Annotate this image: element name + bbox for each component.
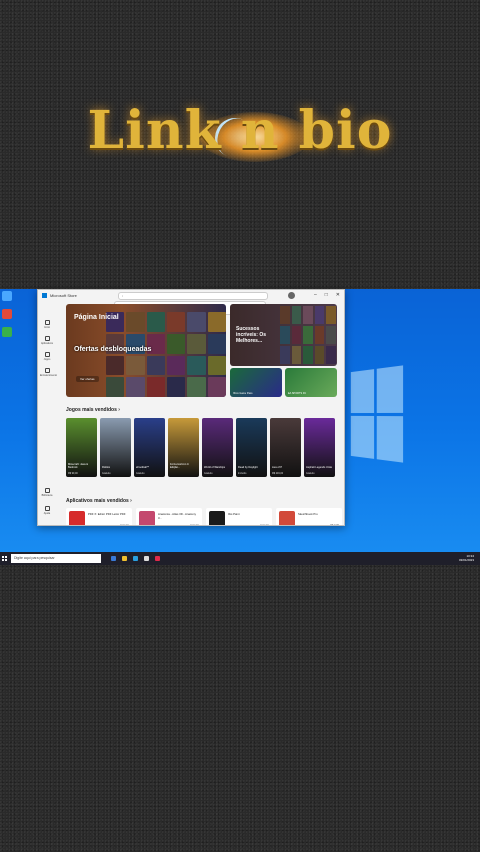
game-price: R$ 249,00 bbox=[272, 472, 284, 475]
edge-icon[interactable] bbox=[133, 556, 138, 561]
view-offers-button[interactable]: Ver ofertas bbox=[76, 376, 99, 382]
game-card[interactable]: Asphalt Legends Unite Gratuito bbox=[304, 418, 335, 477]
app-icon bbox=[209, 511, 225, 525]
avatar[interactable] bbox=[288, 292, 295, 299]
sidebar-item-games[interactable]: Jogos bbox=[40, 352, 54, 361]
windows-logo-wallpaper bbox=[350, 365, 404, 463]
game-name: Asphalt Legends Unite bbox=[306, 466, 333, 469]
game-name: Roblox bbox=[102, 466, 111, 469]
game-card[interactable]: Lies of P R$ 249,00 bbox=[270, 418, 301, 477]
app-taskbar-icon[interactable] bbox=[155, 556, 160, 561]
sidebar-item-entertainment[interactable]: Entretenimento bbox=[40, 368, 57, 377]
search-input[interactable]: r bbox=[118, 292, 268, 300]
app-icon bbox=[279, 511, 295, 525]
sidebar-item-home[interactable]: Início bbox=[40, 320, 54, 329]
game-card[interactable]: Roblox Gratuito bbox=[100, 418, 131, 477]
app-price: Gratuito bbox=[120, 524, 129, 525]
file-explorer-icon[interactable] bbox=[122, 556, 127, 561]
library-icon bbox=[44, 488, 50, 493]
close-icon[interactable]: ✕ bbox=[336, 292, 340, 298]
app-name: Ibis Paint bbox=[228, 512, 240, 516]
minimize-icon[interactable]: – bbox=[314, 292, 317, 298]
app-name: PDF X: Editor PDF Leitor PDF bbox=[88, 512, 126, 516]
sidebar: Início Aplicativos Jogos Entretenimento … bbox=[38, 300, 57, 525]
store-icon bbox=[42, 292, 47, 298]
game-name: Minecraft: Java & Bedrock bbox=[68, 463, 89, 469]
sidebar-item-help[interactable]: Ajuda bbox=[40, 506, 54, 515]
hero-banner[interactable]: Página Inicial Ofertas desbloqueadas Ver… bbox=[66, 304, 226, 397]
games-icon bbox=[44, 352, 50, 357]
home-icon bbox=[44, 320, 50, 325]
overlay-title: Link n bio bbox=[87, 100, 393, 161]
help-icon bbox=[44, 506, 50, 511]
game-card[interactable]: Dead by Daylight Incluído bbox=[236, 418, 267, 477]
system-tray[interactable]: 10:34 03/01/2023 bbox=[458, 554, 480, 562]
app-list-item[interactable]: Ibis Paint Gratuito bbox=[206, 508, 272, 525]
taskbar: Digite aqui para pesquisar 10:34 03/01/2… bbox=[0, 552, 480, 565]
windows-start-icon[interactable] bbox=[2, 556, 7, 561]
clock-date: 03/01/2023 bbox=[458, 557, 474, 562]
app-price: Gratuito bbox=[190, 524, 199, 525]
apps-icon bbox=[44, 336, 50, 341]
movies-icon bbox=[44, 368, 50, 373]
app-list-item[interactable]: PDF X: Editor PDF Leitor PDF Gratuito bbox=[66, 508, 132, 525]
app-name: Sketchbook Pro bbox=[298, 512, 318, 516]
app-list-item[interactable]: Anatomia - Atlas 3D - Anatomy 3... Gratu… bbox=[136, 508, 202, 525]
featured-banner[interactable]: Sucessos incríveis: Os Melhores... bbox=[230, 304, 337, 366]
sidebar-item-library[interactable]: Biblioteca bbox=[40, 488, 54, 497]
featured-headline: Sucessos incríveis: Os Melhores... bbox=[236, 326, 267, 344]
app-icon bbox=[69, 511, 85, 525]
gamepass-card[interactable]: Xbox Game Pass bbox=[230, 368, 282, 397]
game-name: World of Warships bbox=[204, 466, 226, 469]
store-taskbar-icon[interactable] bbox=[144, 556, 149, 561]
game-price: Gratuito bbox=[136, 472, 145, 475]
fc-card[interactable]: EA SPORTS FC bbox=[285, 368, 337, 397]
hero-game-tiles bbox=[106, 312, 226, 397]
main-content: Página Inicial Ofertas desbloqueadas Ver… bbox=[58, 302, 344, 525]
game-name: eFootball™ bbox=[136, 466, 150, 469]
desktop-icon[interactable] bbox=[2, 327, 12, 337]
app-name: Anatomia - Atlas 3D - Anatomy 3... bbox=[158, 512, 197, 520]
top-apps-title[interactable]: Aplicativos mais vendidos › bbox=[66, 498, 132, 504]
maximize-icon[interactable]: □ bbox=[325, 292, 328, 298]
hero-headline: Ofertas desbloqueadas bbox=[74, 346, 152, 353]
game-price: Gratuito bbox=[306, 472, 315, 475]
desktop-icon[interactable] bbox=[2, 291, 12, 301]
task-view-icon[interactable] bbox=[111, 556, 116, 561]
game-card[interactable]: eFootball™ Gratuito bbox=[134, 418, 165, 477]
game-card[interactable]: Forza Horizon 4: Edição... bbox=[168, 418, 199, 477]
game-price: Gratuito bbox=[102, 472, 111, 475]
game-name: Lies of P bbox=[272, 466, 283, 469]
taskbar-search-input[interactable]: Digite aqui para pesquisar bbox=[11, 554, 101, 563]
game-name: Forza Horizon 4: Edição... bbox=[170, 463, 190, 469]
app-price: R$ 9,99 bbox=[330, 524, 339, 525]
game-price: Incluído bbox=[238, 472, 247, 475]
game-card[interactable]: Minecraft: Java & Bedrock R$ 99,00 bbox=[66, 418, 97, 477]
app-list-item[interactable]: Sketchbook Pro R$ 9,99 bbox=[276, 508, 342, 525]
page-title: Página Inicial bbox=[74, 314, 119, 321]
game-card[interactable]: World of Warships Gratuito bbox=[202, 418, 233, 477]
taskbar-pinned-apps bbox=[111, 556, 160, 561]
window-title: Microsoft Store bbox=[50, 292, 77, 298]
app-price: Gratuito bbox=[260, 524, 269, 525]
games-row: Minecraft: Java & Bedrock R$ 99,00 Roblox… bbox=[66, 418, 335, 477]
game-price: R$ 99,00 bbox=[68, 472, 78, 475]
sidebar-item-apps[interactable]: Aplicativos bbox=[40, 336, 54, 345]
desktop-icon[interactable] bbox=[2, 309, 12, 319]
featured-tiles bbox=[280, 306, 336, 364]
game-price: Gratuito bbox=[204, 472, 213, 475]
microsoft-store-window: Microsoft Store – □ ✕ r crunchyroll Iníc… bbox=[37, 289, 345, 526]
apps-row: PDF X: Editor PDF Leitor PDF Gratuito An… bbox=[66, 508, 342, 525]
game-name: Dead by Daylight bbox=[238, 466, 258, 469]
top-games-title[interactable]: Jogos mais vendidos › bbox=[66, 407, 120, 413]
app-icon bbox=[139, 511, 155, 525]
